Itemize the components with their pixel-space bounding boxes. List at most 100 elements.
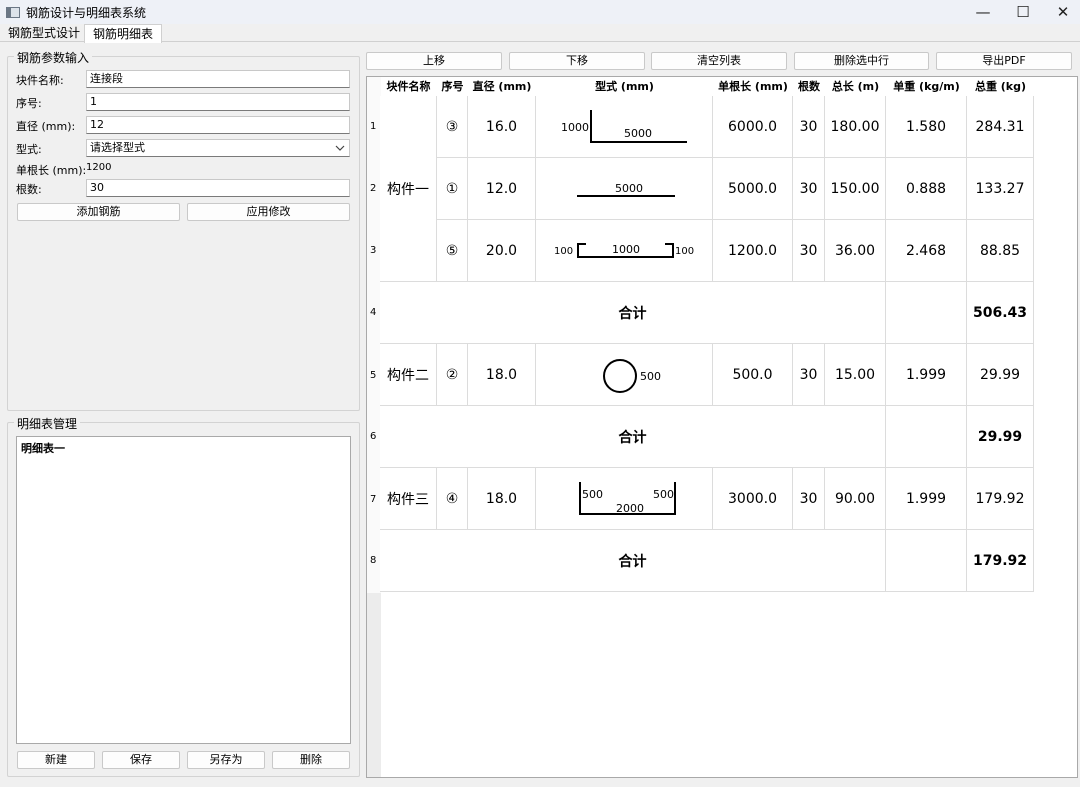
shape-label: 5000: [615, 182, 643, 195]
seq-label: 序号:: [16, 97, 42, 110]
cell-count[interactable]: 30: [793, 220, 825, 282]
detail-table-list[interactable]: 明细表一: [16, 436, 351, 744]
header-shape[interactable]: 型式 (mm): [536, 77, 713, 97]
cell-diameter[interactable]: 20.0: [468, 220, 536, 282]
export-pdf-button[interactable]: 导出PDF: [936, 52, 1072, 70]
cell-block-name[interactable]: 构件三: [380, 468, 437, 530]
row-number: 4: [370, 307, 377, 318]
cell-total-length[interactable]: 180.00: [825, 96, 886, 158]
save-as-button[interactable]: 另存为: [187, 751, 265, 769]
shape-label: 500: [653, 488, 674, 501]
cell-unit-weight[interactable]: 0.888: [886, 158, 967, 220]
cell-block-name[interactable]: 构件二: [380, 344, 437, 406]
cell-seq[interactable]: ②: [437, 344, 468, 406]
cell-shape-straight[interactable]: 5000: [536, 158, 713, 220]
subtotal-empty-cell[interactable]: [886, 406, 967, 468]
cell-seq[interactable]: ⑤: [437, 220, 468, 282]
block-name-input[interactable]: 连接段: [86, 70, 350, 88]
cell-shape-u[interactable]: 500 2000 500: [536, 468, 713, 530]
clear-list-button[interactable]: 清空列表: [651, 52, 787, 70]
close-button[interactable]: ✕: [1040, 0, 1080, 24]
cell-diameter[interactable]: 18.0: [468, 468, 536, 530]
cell-single-length[interactable]: 6000.0: [713, 96, 793, 158]
cell-unit-weight[interactable]: 1.580: [886, 96, 967, 158]
row-number: 1: [370, 121, 377, 132]
shape-label: 型式:: [16, 143, 42, 156]
row-number: 6: [370, 431, 377, 442]
cell-total-length[interactable]: 150.00: [825, 158, 886, 220]
add-rebar-button[interactable]: 添加钢筋: [17, 203, 180, 221]
cell-single-length[interactable]: 5000.0: [713, 158, 793, 220]
cell-count[interactable]: 30: [793, 158, 825, 220]
row-header-empty: [367, 593, 381, 777]
header-unit-weight[interactable]: 单重 (kg/m): [886, 77, 967, 97]
header-block-name[interactable]: 块件名称: [380, 77, 437, 97]
cell-single-length[interactable]: 1200.0: [713, 220, 793, 282]
subtotal-empty-cell[interactable]: [886, 530, 967, 592]
header-seq[interactable]: 序号: [437, 77, 468, 97]
shape-label: 1000: [612, 243, 640, 256]
count-input[interactable]: 30: [86, 179, 350, 197]
cell-block-name[interactable]: 构件一: [380, 96, 437, 282]
title-bar: 钢筋设计与明细表系统 — ☐ ✕: [0, 0, 1080, 24]
cell-unit-weight[interactable]: 2.468: [886, 220, 967, 282]
rebar-shape-u-svg: 500 2000 500: [579, 481, 676, 515]
subtotal-label[interactable]: 合计: [380, 530, 886, 592]
new-button[interactable]: 新建: [17, 751, 95, 769]
cell-diameter[interactable]: 12.0: [468, 158, 536, 220]
tab-detail-table[interactable]: 钢筋明细表: [84, 24, 163, 43]
cell-unit-weight[interactable]: 1.999: [886, 468, 967, 530]
subtotal-empty-cell[interactable]: [886, 282, 967, 344]
delete-selected-button[interactable]: 删除选中行: [794, 52, 929, 70]
subtotal-value[interactable]: 506.43: [967, 282, 1034, 344]
cell-total-length[interactable]: 36.00: [825, 220, 886, 282]
cell-single-length[interactable]: 3000.0: [713, 468, 793, 530]
cell-diameter[interactable]: 18.0: [468, 344, 536, 406]
cell-shape-circle[interactable]: 500: [536, 344, 713, 406]
cell-shape-l[interactable]: 1000 5000: [536, 96, 713, 158]
cell-single-length[interactable]: 500.0: [713, 344, 793, 406]
rebar-shape-l-svg: 1000 5000: [561, 109, 687, 143]
move-up-button[interactable]: 上移: [366, 52, 502, 70]
cell-total-weight[interactable]: 179.92: [967, 468, 1034, 530]
cell-count[interactable]: 30: [793, 344, 825, 406]
diameter-input[interactable]: 12: [86, 116, 350, 134]
rebar-shape-straight-svg: 5000: [577, 182, 675, 197]
shape-select[interactable]: 请选择型式: [86, 139, 350, 157]
row-number: 7: [370, 494, 377, 505]
cell-total-length[interactable]: 90.00: [825, 468, 886, 530]
app-icon: [6, 6, 20, 18]
tab-bar: 钢筋型式设计 钢筋明细表: [0, 24, 1080, 43]
cell-unit-weight[interactable]: 1.999: [886, 344, 967, 406]
diameter-label: 直径 (mm):: [16, 120, 76, 133]
move-down-button[interactable]: 下移: [509, 52, 645, 70]
subtotal-value[interactable]: 29.99: [967, 406, 1034, 468]
cell-total-length[interactable]: 15.00: [825, 344, 886, 406]
header-total-weight[interactable]: 总重 (kg): [967, 77, 1034, 97]
header-diameter[interactable]: 直径 (mm): [468, 77, 536, 97]
list-item[interactable]: 明细表一: [17, 437, 350, 459]
tab-shape-design[interactable]: 钢筋型式设计: [0, 24, 88, 42]
cell-shape-hook[interactable]: 100 1000 100: [536, 220, 713, 282]
cell-seq[interactable]: ④: [437, 468, 468, 530]
cell-total-weight[interactable]: 29.99: [967, 344, 1034, 406]
subtotal-value[interactable]: 179.92: [967, 530, 1034, 592]
seq-input[interactable]: 1: [86, 93, 350, 111]
cell-count[interactable]: 30: [793, 96, 825, 158]
rebar-shape-circle-svg: 500: [603, 358, 661, 393]
cell-count[interactable]: 30: [793, 468, 825, 530]
cell-total-weight[interactable]: 88.85: [967, 220, 1034, 282]
cell-seq[interactable]: ①: [437, 158, 468, 220]
cell-diameter[interactable]: 16.0: [468, 96, 536, 158]
cell-seq[interactable]: ③: [437, 96, 468, 158]
save-button[interactable]: 保存: [102, 751, 180, 769]
header-single-length[interactable]: 单根长 (mm): [713, 77, 793, 97]
header-count[interactable]: 根数: [793, 77, 825, 97]
apply-changes-button[interactable]: 应用修改: [187, 203, 350, 221]
cell-total-weight[interactable]: 284.31: [967, 96, 1034, 158]
header-total-length[interactable]: 总长 (m): [825, 77, 886, 97]
subtotal-label[interactable]: 合计: [380, 406, 886, 468]
subtotal-label[interactable]: 合计: [380, 282, 886, 344]
delete-button[interactable]: 删除: [272, 751, 350, 769]
cell-total-weight[interactable]: 133.27: [967, 158, 1034, 220]
